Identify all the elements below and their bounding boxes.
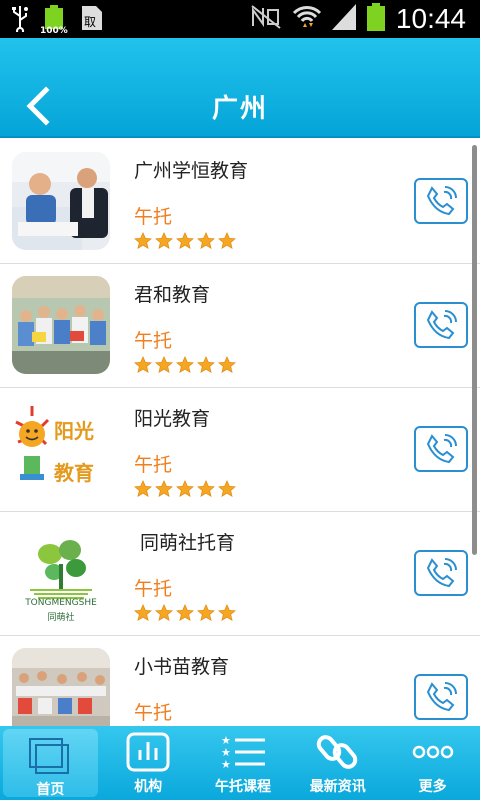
institution-photo bbox=[12, 276, 110, 374]
scrollbar[interactable] bbox=[472, 145, 477, 555]
phone-icon bbox=[426, 682, 457, 712]
tab-label: 午托课程 bbox=[214, 779, 271, 795]
list-icon: ★★★ bbox=[221, 734, 265, 771]
rating-stars bbox=[134, 604, 236, 622]
usb-icon bbox=[10, 4, 30, 36]
tab-news[interactable]: 最新资讯 bbox=[290, 726, 385, 800]
storage-icon: 取 bbox=[80, 4, 104, 36]
star-icon bbox=[134, 356, 152, 373]
rating-stars bbox=[134, 480, 236, 498]
star-icon bbox=[155, 604, 173, 621]
tab-label: 最新资讯 bbox=[309, 779, 366, 795]
institution-logo: 阳光 教育 bbox=[12, 400, 110, 498]
tab-institutions[interactable]: 机构 bbox=[101, 726, 196, 800]
svg-text:★: ★ bbox=[221, 758, 231, 771]
svg-text:取: 取 bbox=[84, 15, 96, 29]
title-bar: 广州 bbox=[0, 38, 480, 138]
star-icon bbox=[197, 480, 215, 497]
institution-photo bbox=[12, 152, 110, 250]
star-icon bbox=[176, 356, 194, 373]
institution-list[interactable]: 广州学恒教育 午托 君和教育 午托 阳光 教育 阳光教育 午托 TONGMENG… bbox=[0, 140, 480, 726]
nfc-mute-icon bbox=[250, 4, 282, 34]
category-tag: 午托 bbox=[134, 330, 173, 352]
institution-photo bbox=[12, 648, 110, 726]
tab-label: 机构 bbox=[134, 779, 163, 795]
tab-label: 首页 bbox=[36, 782, 65, 798]
star-icon bbox=[155, 356, 173, 373]
list-item[interactable]: 阳光 教育 阳光教育 午托 bbox=[0, 388, 480, 512]
star-icon bbox=[134, 232, 152, 249]
category-tag: 午托 bbox=[134, 702, 173, 724]
institution-name: 阳光教育 bbox=[134, 408, 211, 430]
phone-icon bbox=[426, 558, 457, 588]
list-item[interactable]: 广州学恒教育 午托 bbox=[0, 140, 480, 264]
star-icon bbox=[218, 232, 236, 249]
star-icon bbox=[134, 604, 152, 621]
star-icon bbox=[197, 356, 215, 373]
star-icon bbox=[218, 356, 236, 373]
clock: 10:44 bbox=[395, 3, 466, 34]
star-icon bbox=[155, 232, 173, 249]
phone-icon bbox=[426, 434, 457, 464]
chart-icon bbox=[126, 732, 170, 772]
more-icon bbox=[412, 745, 453, 759]
institution-name: 同萌社托育 bbox=[134, 532, 236, 554]
institution-name: 君和教育 bbox=[134, 284, 211, 306]
rating-stars bbox=[134, 232, 236, 250]
bottom-tab-bar: 首页 机构 ★ ★ ★ 午托课程 最新资讯 更多 bbox=[0, 726, 480, 800]
institution-logo: TONGMENGSHE 同萌社 bbox=[12, 524, 110, 622]
star-icon bbox=[218, 604, 236, 621]
tab-home[interactable]: 首页 bbox=[3, 729, 98, 798]
category-tag: 午托 bbox=[134, 454, 173, 476]
status-bar: 100% 取 10:44 bbox=[0, 0, 480, 38]
star-icon bbox=[155, 480, 173, 497]
list-item[interactable]: TONGMENGSHE 同萌社 同萌社托育 午托 bbox=[0, 512, 480, 636]
phone-icon bbox=[426, 186, 457, 216]
logo-text: 阳光 教育 bbox=[54, 419, 94, 485]
institution-name: 小书苗教育 bbox=[134, 656, 230, 678]
logo-text-cn: 同萌社 bbox=[47, 613, 75, 622]
signal-icon bbox=[331, 4, 356, 34]
star-icon bbox=[197, 232, 215, 249]
battery-icon bbox=[366, 3, 386, 35]
tab-courses[interactable]: ★ ★ ★ 午托课程 bbox=[196, 726, 291, 800]
star-icon bbox=[218, 480, 236, 497]
tab-label: 更多 bbox=[418, 779, 447, 795]
call-button[interactable] bbox=[414, 550, 468, 596]
category-tag: 午托 bbox=[134, 578, 173, 600]
institution-name: 广州学恒教育 bbox=[134, 160, 249, 182]
star-icon bbox=[176, 480, 194, 497]
logo-text: TONGMENGSHE bbox=[25, 598, 97, 608]
tab-more[interactable]: 更多 bbox=[385, 726, 480, 800]
star-icon bbox=[176, 232, 194, 249]
list-item[interactable]: 小书苗教育 午托 bbox=[0, 636, 480, 726]
call-button[interactable] bbox=[414, 426, 468, 472]
category-tag: 午托 bbox=[134, 206, 173, 228]
home-icon bbox=[29, 738, 70, 774]
call-button[interactable] bbox=[414, 178, 468, 224]
battery-full-icon: 100% bbox=[40, 5, 68, 36]
call-button[interactable] bbox=[414, 302, 468, 348]
star-icon bbox=[176, 604, 194, 621]
wifi-icon bbox=[292, 3, 322, 35]
call-button[interactable] bbox=[414, 674, 468, 720]
star-icon bbox=[134, 480, 152, 497]
link-icon bbox=[316, 735, 357, 769]
star-icon bbox=[197, 604, 215, 621]
phone-icon bbox=[426, 310, 457, 340]
list-item[interactable]: 君和教育 午托 bbox=[0, 264, 480, 388]
page-title: 广州 bbox=[211, 94, 268, 124]
rating-stars bbox=[134, 356, 236, 374]
